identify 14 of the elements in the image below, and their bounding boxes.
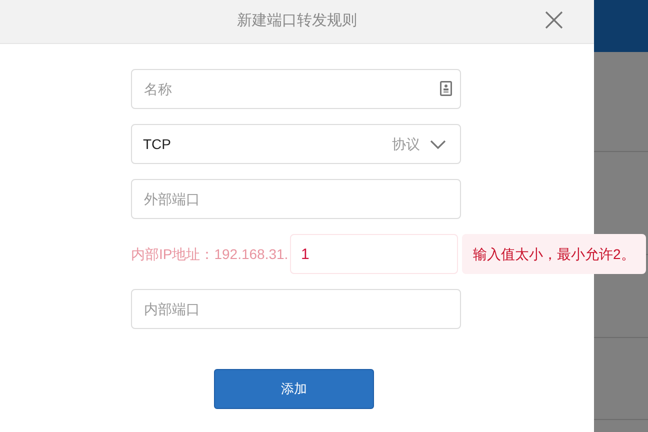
close-icon[interactable]: [543, 9, 565, 31]
dialog-title: 新建端口转发规则: [237, 11, 357, 32]
contact-card-icon: [440, 81, 452, 96]
error-tooltip: 输入值太小，最小允许2。: [462, 234, 646, 274]
input-field[interactable]: 1: [290, 234, 458, 274]
chevron-down-icon: [430, 140, 446, 148]
input-field[interactable]: 名称: [131, 69, 461, 109]
protocol-select[interactable]: TCP 协议: [131, 124, 461, 164]
input-field[interactable]: 外部端口: [131, 179, 461, 219]
ip-prefix-label: 内部IP地址：192.168.31.: [131, 244, 290, 264]
select-value: TCP: [143, 134, 172, 154]
input-field[interactable]: 内部端口: [131, 289, 461, 329]
add-button[interactable]: 添加: [214, 369, 374, 409]
select-label: 协议: [392, 134, 420, 154]
